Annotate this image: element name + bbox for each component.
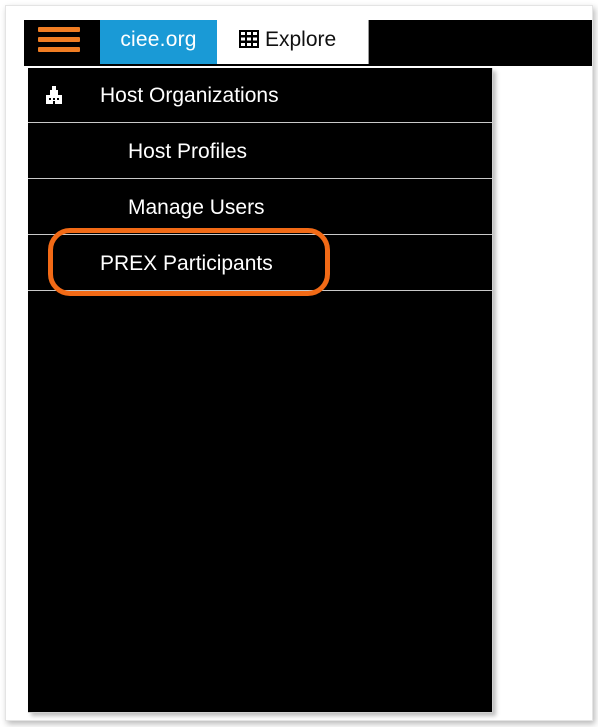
- tab-explore[interactable]: Explore: [217, 20, 369, 64]
- hamburger-icon[interactable]: [34, 20, 100, 66]
- menu-item-host-profiles[interactable]: Host Profiles: [28, 124, 492, 179]
- menu-item-label: Host Organizations: [100, 84, 279, 107]
- menu-item-prex-participants[interactable]: PREX Participants: [28, 236, 492, 291]
- menu-item-label: Manage Users: [128, 196, 265, 219]
- menu-item-label: Host Profiles: [128, 140, 248, 163]
- menu-item-host-organizations[interactable]: Host Organizations: [28, 68, 492, 123]
- grid-icon: [239, 30, 259, 48]
- top-navigation-bar: ciee.org Explore: [24, 20, 592, 66]
- tab-explore-label: Explore: [265, 28, 337, 51]
- side-menu: Host Organizations Host Profiles Manage …: [28, 68, 493, 713]
- tab-ciee-org-label: ciee.org: [120, 28, 197, 51]
- tab-ciee-org[interactable]: ciee.org: [100, 20, 217, 64]
- menu-item-label: PREX Participants: [100, 252, 273, 275]
- menu-item-manage-users[interactable]: Manage Users: [28, 180, 492, 235]
- organization-icon: [46, 86, 62, 104]
